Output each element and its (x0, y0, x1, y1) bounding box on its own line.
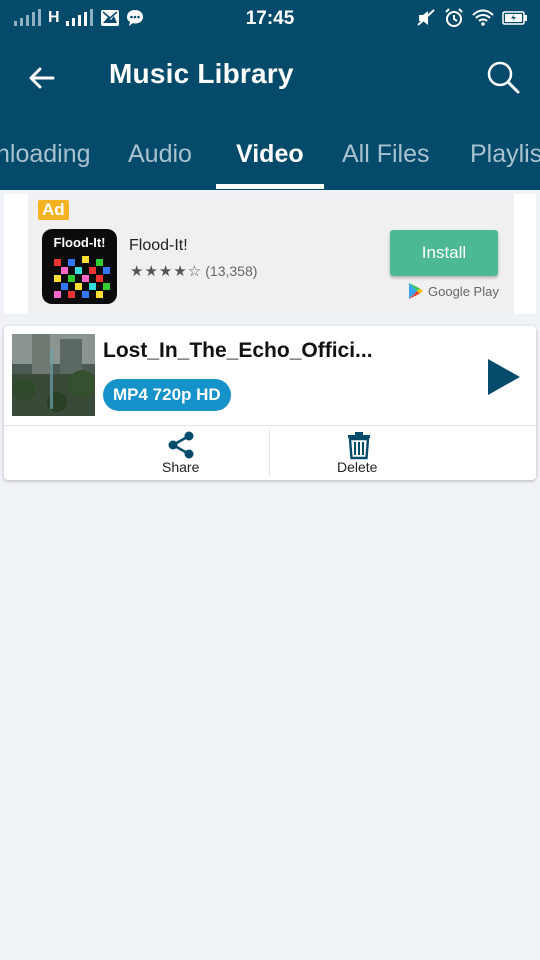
page-title: Music Library (109, 58, 294, 89)
pixel (82, 291, 89, 298)
google-play-badge[interactable]: Google Play (408, 282, 499, 300)
pixel (54, 275, 61, 282)
ad-app-icon-text: Flood-It! (53, 235, 106, 250)
pixel (68, 259, 75, 266)
tab-bar: nloading Audio Video All Files Playlis (0, 120, 540, 190)
play-icon[interactable] (484, 357, 522, 397)
google-play-icon (409, 283, 423, 299)
tab-audio[interactable]: Audio (128, 140, 192, 169)
share-icon (168, 431, 194, 459)
video-item-card[interactable]: Lost_In_The_Echo_Offici... MP4 720p HD S… (4, 326, 536, 480)
tab-video[interactable]: Video (236, 140, 304, 169)
share-label: Share (162, 459, 200, 475)
pixel (89, 267, 96, 274)
pixel (96, 275, 103, 282)
trash-icon (348, 432, 370, 460)
pixel (68, 275, 75, 282)
ad-badge: Ad (38, 200, 69, 220)
share-button[interactable]: Share (4, 426, 269, 480)
pixel (61, 283, 68, 290)
pixel (75, 267, 82, 274)
pixel (54, 291, 61, 298)
pixel (103, 267, 110, 274)
back-arrow-icon[interactable] (26, 62, 58, 94)
status-bar: H 17:45 (0, 0, 540, 36)
pixel (103, 283, 110, 290)
delete-button[interactable]: Delete (270, 426, 535, 480)
status-right (416, 8, 528, 28)
pixel (82, 275, 89, 282)
pixel (54, 259, 61, 266)
google-play-label: Google Play (428, 283, 499, 299)
pixel (96, 291, 103, 298)
pixel (75, 283, 82, 290)
alarm-icon (445, 8, 463, 27)
tab-downloading[interactable]: nloading (0, 140, 91, 169)
format-badge: MP4 720p HD (103, 379, 231, 411)
pixel (68, 291, 75, 298)
pixel (96, 259, 103, 266)
battery-icon (502, 11, 527, 25)
mute-icon (417, 9, 435, 26)
tab-playlist[interactable]: Playlis (470, 140, 540, 169)
ad-rating: ★★★★☆ (13,358) (130, 262, 257, 280)
ad-app-icon[interactable]: Flood-It! (42, 229, 117, 304)
rating-stars: ★★★★☆ (130, 263, 203, 280)
app-bar: Music Library (0, 36, 540, 120)
thumbnail-image (12, 334, 95, 416)
tab-indicator (216, 184, 324, 189)
pixel (82, 256, 89, 263)
install-button[interactable]: Install (390, 230, 498, 276)
ad-app-name[interactable]: Flood-It! (129, 237, 188, 255)
search-icon[interactable] (484, 58, 522, 96)
video-thumbnail[interactable] (12, 334, 95, 416)
tab-all-files[interactable]: All Files (342, 140, 430, 169)
pixel (89, 283, 96, 290)
wifi-icon (472, 9, 494, 26)
pixel (61, 267, 68, 274)
video-title[interactable]: Lost_In_The_Echo_Offici... (103, 339, 383, 363)
delete-label: Delete (337, 459, 378, 475)
rating-count: (13,358) (205, 263, 258, 279)
